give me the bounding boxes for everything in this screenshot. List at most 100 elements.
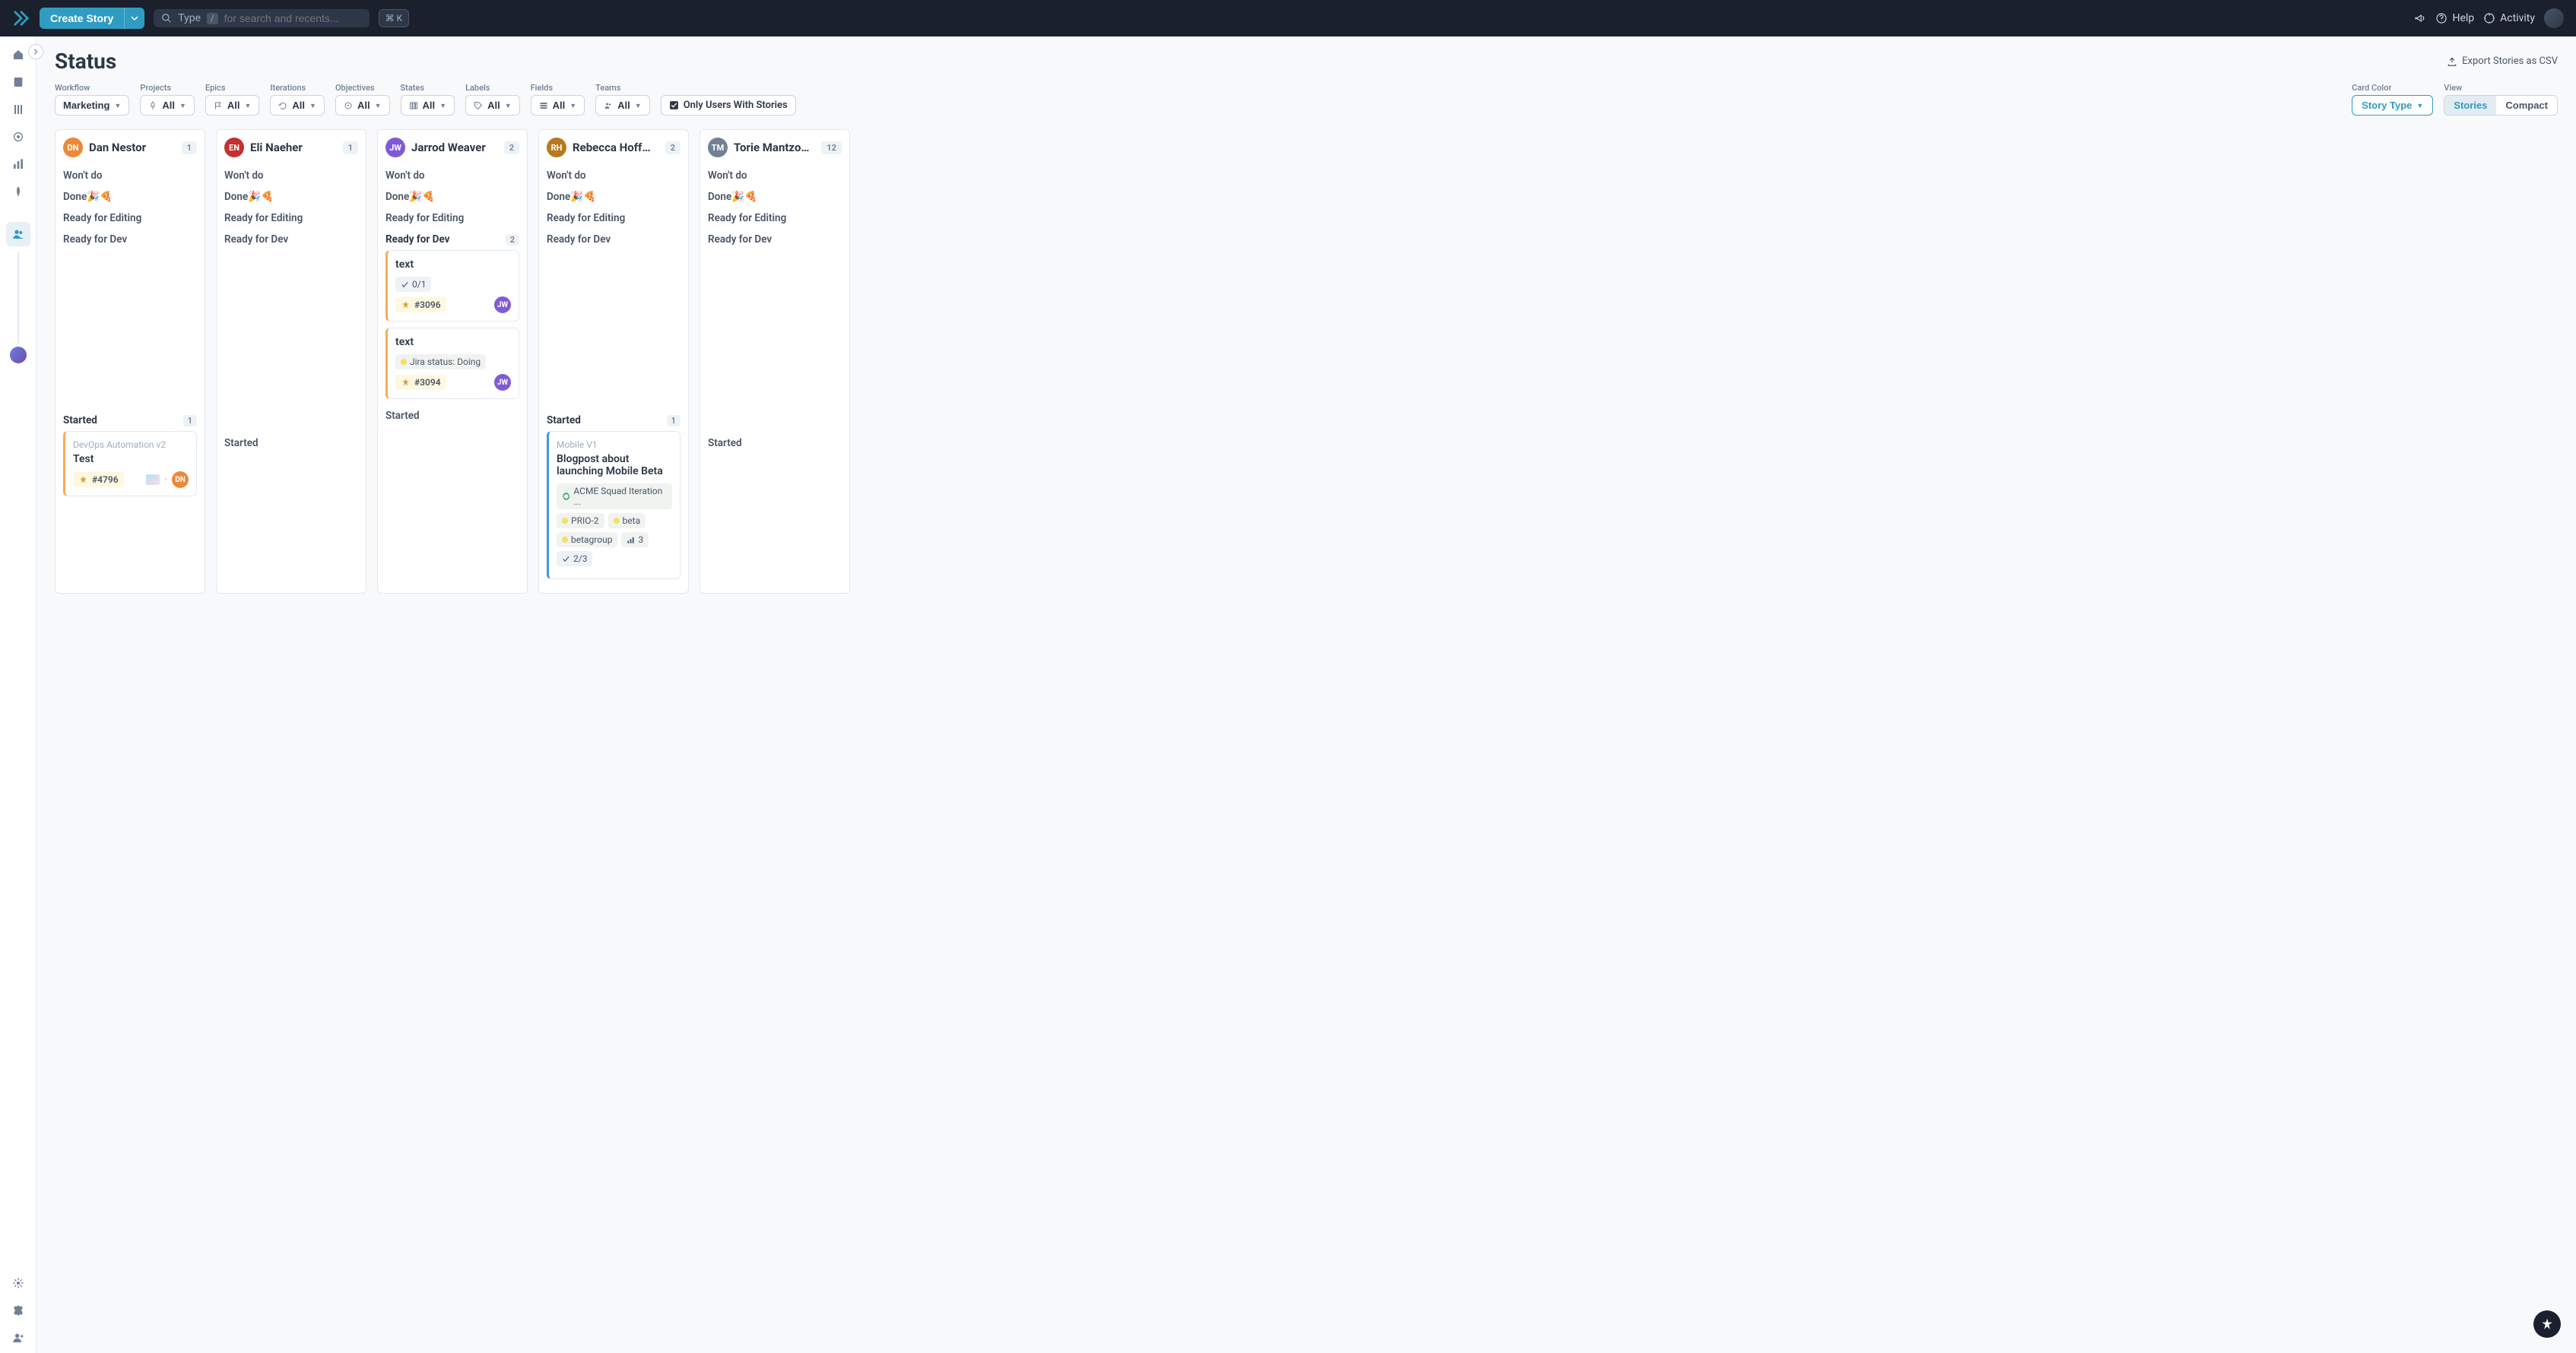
section-header[interactable]: Ready for Dev	[224, 229, 358, 250]
section-header[interactable]: Ready for Editing	[547, 208, 680, 229]
sidebar-roadmap[interactable]	[6, 97, 30, 122]
section-header[interactable]: Won't do	[385, 165, 519, 186]
card-id-pill[interactable]: #3096	[395, 297, 446, 312]
sidebar-goals[interactable]	[6, 125, 30, 149]
section-header[interactable]: Done🎉🍕	[708, 186, 842, 208]
section-header[interactable]: Ready for Editing	[385, 208, 519, 229]
sidebar-home[interactable]	[6, 43, 30, 67]
cycle-icon	[278, 101, 287, 110]
sidebar-settings[interactable]	[6, 1271, 30, 1295]
section-header[interactable]: Ready for Dev	[547, 229, 680, 250]
section-header[interactable]: Ready for Dev	[63, 229, 197, 250]
filter-states-button[interactable]: All▼	[401, 95, 455, 116]
section-header[interactable]: Won't do	[63, 165, 197, 186]
section-header[interactable]: Started1	[547, 410, 680, 431]
story-card[interactable]: textJira status: Doing#3094JW	[385, 328, 519, 399]
column-avatar[interactable]: DN	[63, 138, 83, 157]
section-header[interactable]: Started	[224, 433, 358, 454]
section-header[interactable]: Started1	[63, 410, 197, 431]
filter-projects-button[interactable]: All▼	[140, 95, 195, 116]
card-tasks-tag[interactable]: 0/1	[395, 277, 431, 292]
fab-button[interactable]	[2533, 1310, 2561, 1338]
filter-labels-button[interactable]: All▼	[465, 95, 520, 116]
export-csv-link[interactable]: Export Stories as CSV	[2447, 55, 2558, 67]
search-input[interactable]	[224, 12, 362, 24]
check-icon	[562, 555, 570, 563]
section-header[interactable]: Done🎉🍕	[385, 186, 519, 208]
section-header[interactable]: Started	[708, 433, 842, 454]
filter-states-label: States	[401, 83, 455, 93]
create-story-button[interactable]: Create Story	[40, 8, 124, 29]
section-count: 1	[667, 415, 680, 426]
filter-iterations-button[interactable]: All▼	[270, 95, 325, 116]
column-avatar[interactable]: JW	[385, 138, 405, 157]
section-header[interactable]: Ready for Dev	[708, 229, 842, 250]
column-count: 1	[182, 141, 197, 154]
sidebar-rocket[interactable]	[6, 179, 30, 204]
sidebar-user-avatar[interactable]	[10, 347, 27, 363]
column-avatar[interactable]: RH	[547, 138, 566, 157]
pin-icon	[148, 101, 157, 110]
section-header[interactable]: Won't do	[708, 165, 842, 186]
search-icon	[161, 13, 172, 24]
column-count: 2	[665, 141, 680, 154]
card-tasks-tag[interactable]: 2/3	[557, 551, 592, 566]
section-header[interactable]: Ready for Editing	[708, 208, 842, 229]
column-avatar[interactable]: TM	[708, 138, 728, 157]
card-iteration-tag[interactable]: ACME Squad Iteration ...	[557, 483, 672, 509]
announcements-icon[interactable]	[2414, 12, 2426, 24]
section-header[interactable]: Done🎉🍕	[63, 186, 197, 208]
card-id-pill[interactable]: #3094	[395, 375, 446, 390]
only-users-checkbox[interactable]: Only Users With Stories	[661, 95, 796, 116]
filter-workflow-button[interactable]: Marketing▼	[55, 95, 129, 116]
create-story-group: Create Story	[40, 8, 144, 29]
create-story-dropdown[interactable]	[124, 8, 144, 29]
app-logo[interactable]	[12, 9, 30, 27]
card-jira-tag[interactable]: Jira status: Doing	[395, 354, 486, 369]
check-icon	[401, 280, 409, 289]
card-points-tag[interactable]: 3	[621, 532, 649, 547]
card-assignee-avatar[interactable]: DN	[172, 471, 189, 488]
card-label-tag[interactable]: beta	[608, 513, 646, 528]
section-count: 1	[183, 415, 197, 426]
filter-epics-button[interactable]: All▼	[205, 95, 260, 116]
sidebar-integrations[interactable]	[6, 1298, 30, 1323]
help-link[interactable]: Help	[2435, 12, 2474, 24]
filter-fields-button[interactable]: All▼	[531, 95, 585, 116]
card-color-button[interactable]: Story Type▼	[2352, 95, 2433, 116]
column-count: 1	[343, 141, 358, 154]
card-color-label: Card Color	[2352, 83, 2433, 93]
card-id-pill[interactable]: #4796	[73, 472, 124, 487]
section-header[interactable]: Done🎉🍕	[224, 186, 358, 208]
card-assignee-avatar[interactable]: JW	[494, 296, 511, 313]
feature-icon	[78, 475, 88, 485]
sidebar-expand-button[interactable]	[28, 44, 43, 59]
filter-teams-button[interactable]: All▼	[595, 95, 650, 116]
story-card[interactable]: Mobile V1Blogpost about launching Mobile…	[547, 431, 680, 579]
card-label-tag[interactable]: PRIO-2	[557, 513, 604, 528]
story-card[interactable]: text0/1#3096JW	[385, 250, 519, 322]
user-avatar[interactable]	[2544, 8, 2564, 28]
section-header[interactable]: Won't do	[547, 165, 680, 186]
filter-objectives-button[interactable]: All▼	[335, 95, 390, 116]
section-header[interactable]: Ready for Editing	[63, 208, 197, 229]
story-card[interactable]: DevOps Automation v2Test#4796·DN	[63, 431, 197, 496]
section-header[interactable]: Ready for Dev2	[385, 229, 519, 250]
section-header[interactable]: Started	[385, 405, 519, 426]
sidebar-invite[interactable]	[6, 1326, 30, 1350]
card-assignee-avatar[interactable]: JW	[494, 374, 511, 391]
sidebar-docs[interactable]	[6, 70, 30, 94]
view-stories-button[interactable]: Stories	[2444, 96, 2496, 115]
view-compact-button[interactable]: Compact	[2496, 96, 2557, 115]
card-label-tag[interactable]: betagroup	[557, 532, 617, 547]
section-header[interactable]: Won't do	[224, 165, 358, 186]
sidebar-reports[interactable]	[6, 152, 30, 176]
column-avatar[interactable]: EN	[224, 138, 244, 157]
sidebar-people[interactable]	[6, 222, 30, 246]
section-header[interactable]: Done🎉🍕	[547, 186, 680, 208]
search-bar[interactable]: Type /	[154, 9, 369, 27]
section-header[interactable]: Ready for Editing	[224, 208, 358, 229]
columns-icon	[409, 101, 418, 110]
cmd-k-shortcut[interactable]: ⌘ K	[379, 9, 410, 27]
activity-link[interactable]: Activity	[2483, 12, 2535, 24]
